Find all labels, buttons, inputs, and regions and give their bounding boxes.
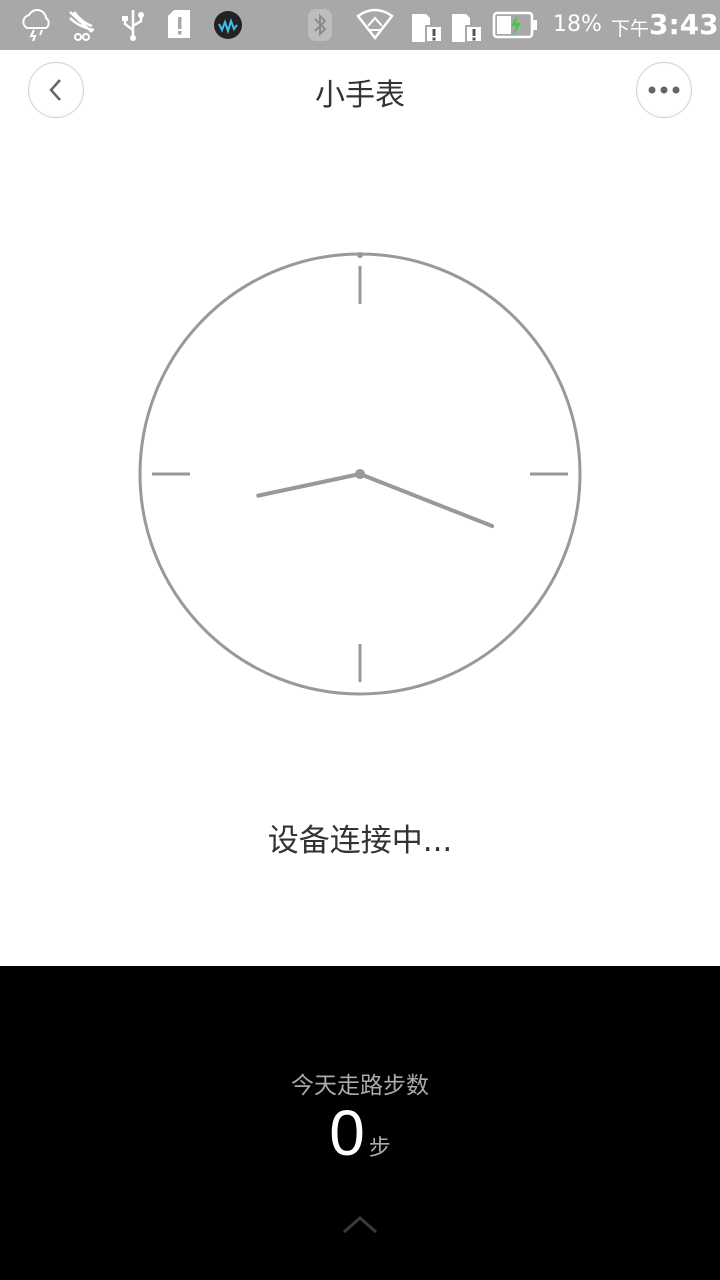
wifi-icon [356, 8, 394, 41]
battery-percent: 18% [553, 12, 602, 37]
hour-hand [358, 472, 495, 529]
sd-card-alert-icon [168, 10, 190, 38]
watch-face [138, 252, 582, 696]
more-horizontal-icon [648, 86, 680, 94]
steps-row: 0步 [0, 1096, 720, 1170]
usb-icon [122, 10, 144, 41]
time-prefix: 下午 [611, 18, 650, 40]
steps-value: 0 [329, 1097, 365, 1169]
status-bar: 18% 下午 3:43 [0, 0, 720, 50]
battery-charging-icon [492, 11, 537, 39]
header: 小手表 [0, 50, 720, 130]
steps-panel[interactable]: 今天走路步数 0步 [0, 966, 720, 1280]
bluetooth-icon [308, 9, 332, 41]
more-button[interactable] [636, 62, 692, 118]
chevron-up-icon[interactable] [340, 1210, 380, 1238]
watch-top-dot [357, 252, 363, 258]
steps-unit: 步 [368, 1136, 391, 1161]
storm-cloud-icon [22, 9, 50, 42]
status-time: 3:43 [649, 8, 719, 41]
steps-label: 今天走路步数 [291, 1073, 429, 1099]
sim1-alert-icon [412, 14, 443, 43]
bird-icon [69, 11, 95, 41]
watch-center-pin [355, 469, 365, 479]
clock-area [0, 130, 720, 830]
connection-status: 设备连接中... [267, 823, 453, 859]
page-title: 小手表 [315, 78, 405, 113]
music-app-icon [214, 11, 242, 39]
minute-hand [256, 472, 362, 498]
sim2-alert-icon [452, 14, 483, 43]
